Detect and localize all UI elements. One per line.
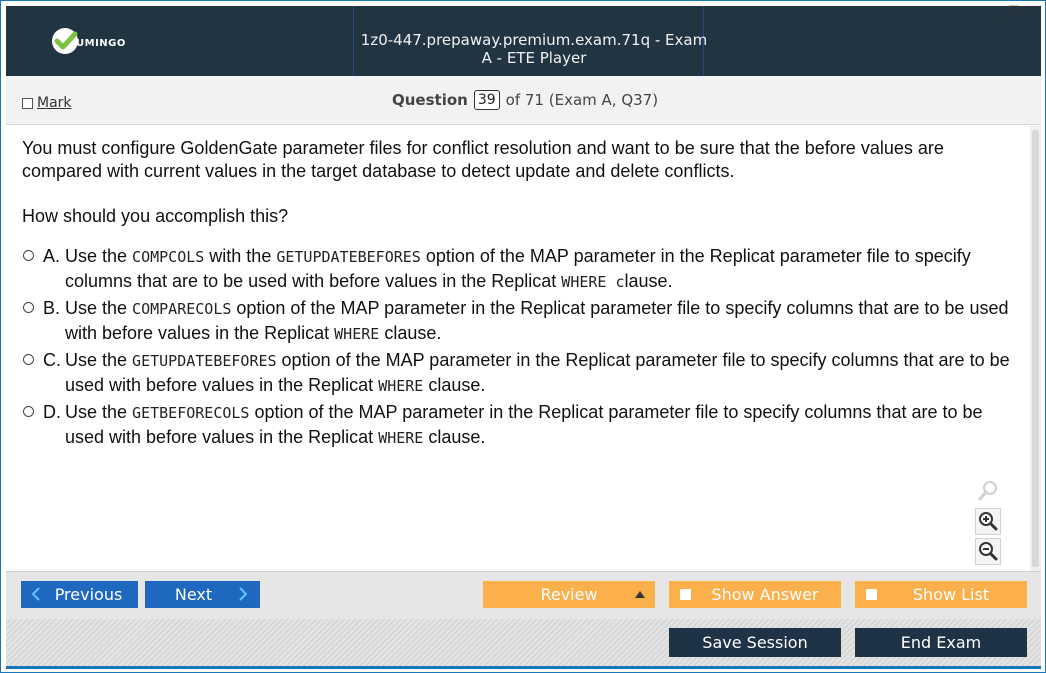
- option-text: Use the GETUPDATEBEFORES option of the M…: [65, 350, 1010, 395]
- option-letter: B.: [43, 298, 61, 318]
- option-d[interactable]: D. Use the GETBEFORECOLS option of the M…: [22, 400, 1022, 452]
- end-exam-button[interactable]: End Exam: [855, 628, 1027, 657]
- title-separator: [353, 6, 354, 76]
- question-count: of 71 (Exam A, Q37): [505, 91, 659, 109]
- radio-button[interactable]: [23, 354, 34, 365]
- question-navigator: Question 39 of 71 (Exam A, Q37): [392, 90, 658, 110]
- question-prompt: How should you accomplish this?: [22, 206, 289, 226]
- question-status-bar: Mark Question 39 of 71 (Exam A, Q37): [6, 76, 1041, 125]
- vertical-scrollbar[interactable]: [1030, 126, 1041, 571]
- zoom-in-icon[interactable]: [975, 508, 1001, 535]
- vumingo-logo: UMINGO: [52, 28, 142, 60]
- checkmark-icon: [52, 28, 78, 54]
- chevron-right-icon: [239, 587, 248, 601]
- radio-button[interactable]: [23, 406, 34, 417]
- maximize-button[interactable]: □: [1007, 4, 1021, 18]
- checkbox-icon: [866, 589, 877, 600]
- title-bar: UMINGO 1z0-447.prepaway.premium.exam.71q…: [6, 6, 1041, 76]
- show-list-label: Show List: [912, 585, 990, 604]
- navigation-bar: Previous Next Review Show Answer Show Li…: [6, 571, 1041, 619]
- logo-text: UMINGO: [76, 38, 126, 49]
- answer-options: A. Use the COMPCOLS with the GETUPDATEBE…: [22, 244, 1022, 452]
- show-answer-button[interactable]: Show Answer: [669, 581, 841, 608]
- option-b[interactable]: B. Use the COMPARECOLS option of the MAP…: [22, 296, 1022, 348]
- radio-button[interactable]: [23, 250, 34, 261]
- close-button[interactable]: ✕: [1025, 4, 1039, 18]
- option-letter: A.: [43, 246, 61, 266]
- bottom-action-bar: Save Session End Exam: [6, 619, 1041, 666]
- minimize-button[interactable]: _: [989, 4, 1003, 18]
- mark-label: Mark: [37, 95, 72, 111]
- question-text: You must configure GoldenGate parameter …: [22, 138, 944, 181]
- previous-button[interactable]: Previous: [21, 581, 138, 608]
- window-bottom-border: [6, 666, 1041, 669]
- question-number-input[interactable]: 39: [473, 90, 500, 110]
- app-window: UMINGO 1z0-447.prepaway.premium.exam.71q…: [0, 0, 1046, 673]
- window-controls: _ □ ✕: [989, 4, 1039, 18]
- search-icon: [975, 478, 1001, 505]
- question-content: You must configure GoldenGate parameter …: [6, 126, 1030, 571]
- next-button[interactable]: Next: [145, 581, 260, 608]
- option-text: Use the COMPCOLS with the GETUPDATEBEFOR…: [65, 246, 971, 291]
- mark-checkbox[interactable]: Mark: [22, 95, 72, 111]
- option-c[interactable]: C. Use the GETUPDATEBEFORES option of th…: [22, 348, 1022, 400]
- next-label: Next: [174, 585, 213, 604]
- option-a[interactable]: A. Use the COMPCOLS with the GETUPDATEBE…: [22, 244, 1022, 296]
- review-button[interactable]: Review: [483, 581, 655, 608]
- save-session-button[interactable]: Save Session: [669, 628, 841, 657]
- option-text: Use the GETBEFORECOLS option of the MAP …: [65, 402, 983, 447]
- zoom-controls: [975, 478, 1001, 568]
- triangle-up-icon: [635, 591, 645, 598]
- radio-button[interactable]: [23, 302, 34, 313]
- checkbox-icon: [22, 97, 33, 109]
- option-letter: D.: [43, 402, 61, 422]
- window-title: 1z0-447.prepaway.premium.exam.71q - Exam…: [360, 31, 708, 67]
- question-label: Question: [392, 91, 468, 109]
- zoom-out-icon[interactable]: [975, 538, 1001, 565]
- review-label: Review: [540, 585, 598, 604]
- option-letter: C.: [43, 350, 61, 370]
- show-list-button[interactable]: Show List: [855, 581, 1027, 608]
- checkbox-icon: [680, 589, 691, 600]
- option-text: Use the COMPARECOLS option of the MAP pa…: [65, 298, 1009, 343]
- previous-label: Previous: [54, 585, 123, 604]
- chevron-left-icon: [31, 587, 40, 601]
- show-answer-label: Show Answer: [711, 585, 819, 604]
- scrollbar-thumb[interactable]: [1032, 130, 1039, 567]
